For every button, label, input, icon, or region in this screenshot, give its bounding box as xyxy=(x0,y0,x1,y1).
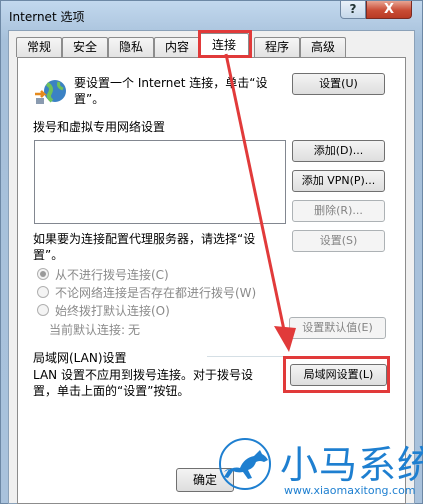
dialup-section-label: 拨号和虚拟专用网络设置 xyxy=(33,120,166,134)
setup-description: 要设置一个 Internet 连接，单击“设置”。 xyxy=(74,76,268,106)
watermark: 小马系统 www.xiaomaxitong.com xyxy=(200,432,423,504)
connections-list[interactable] xyxy=(34,140,286,224)
watermark-brand: 小马系统 xyxy=(280,443,423,487)
tab-security[interactable]: 安全 xyxy=(62,37,108,57)
radio-never-dial[interactable] xyxy=(37,268,49,280)
set-default-button[interactable]: 设置默认值(E) xyxy=(289,317,386,339)
radio-never-dial-label: 从不进行拨号连接(C) xyxy=(55,268,169,282)
radio-always-dial[interactable] xyxy=(37,304,49,316)
current-default-label: 当前默认连接: xyxy=(49,323,126,337)
add-button[interactable]: 添加(D)... xyxy=(292,140,385,162)
lan-description: LAN 设置不应用到拨号连接。对于拨号设置，单击上面的“设置”按钮。 xyxy=(33,368,253,398)
proxy-description: 如果要为连接配置代理服务器，请选择“设置”。 xyxy=(33,232,256,262)
close-button[interactable]: X xyxy=(366,1,412,19)
tab-advanced[interactable]: 高级 xyxy=(300,37,346,57)
settings-button[interactable]: 设置(S) xyxy=(292,230,385,252)
lan-section-label: 局域网(LAN)设置 xyxy=(33,351,127,365)
tab-content[interactable]: 内容 xyxy=(154,37,200,57)
radio-dial-when-none[interactable] xyxy=(37,286,49,298)
lan-button-highlight xyxy=(283,356,390,393)
radio-dial-when-none-label: 不论网络连接是否存在都进行拨号(W) xyxy=(55,286,257,300)
horse-logo-icon xyxy=(219,438,271,490)
current-default-value: 无 xyxy=(128,323,141,337)
add-vpn-button[interactable]: 添加 VPN(P)... xyxy=(292,170,385,192)
radio-always-dial-label: 始终拨打默认连接(O) xyxy=(55,304,170,318)
connections-tab-highlight xyxy=(198,30,252,58)
tab-privacy[interactable]: 隐私 xyxy=(108,37,154,57)
window-title: Internet 选项 xyxy=(9,10,85,24)
tab-programs[interactable]: 程序 xyxy=(254,37,300,57)
watermark-url: www.xiaomaxitong.com xyxy=(284,484,416,497)
help-button[interactable]: ? xyxy=(340,1,366,19)
tab-general[interactable]: 常规 xyxy=(16,37,62,57)
setup-button[interactable]: 设置(U) xyxy=(292,73,385,95)
delete-button[interactable]: 删除(R)... xyxy=(292,200,385,222)
globe-network-icon xyxy=(35,80,66,104)
